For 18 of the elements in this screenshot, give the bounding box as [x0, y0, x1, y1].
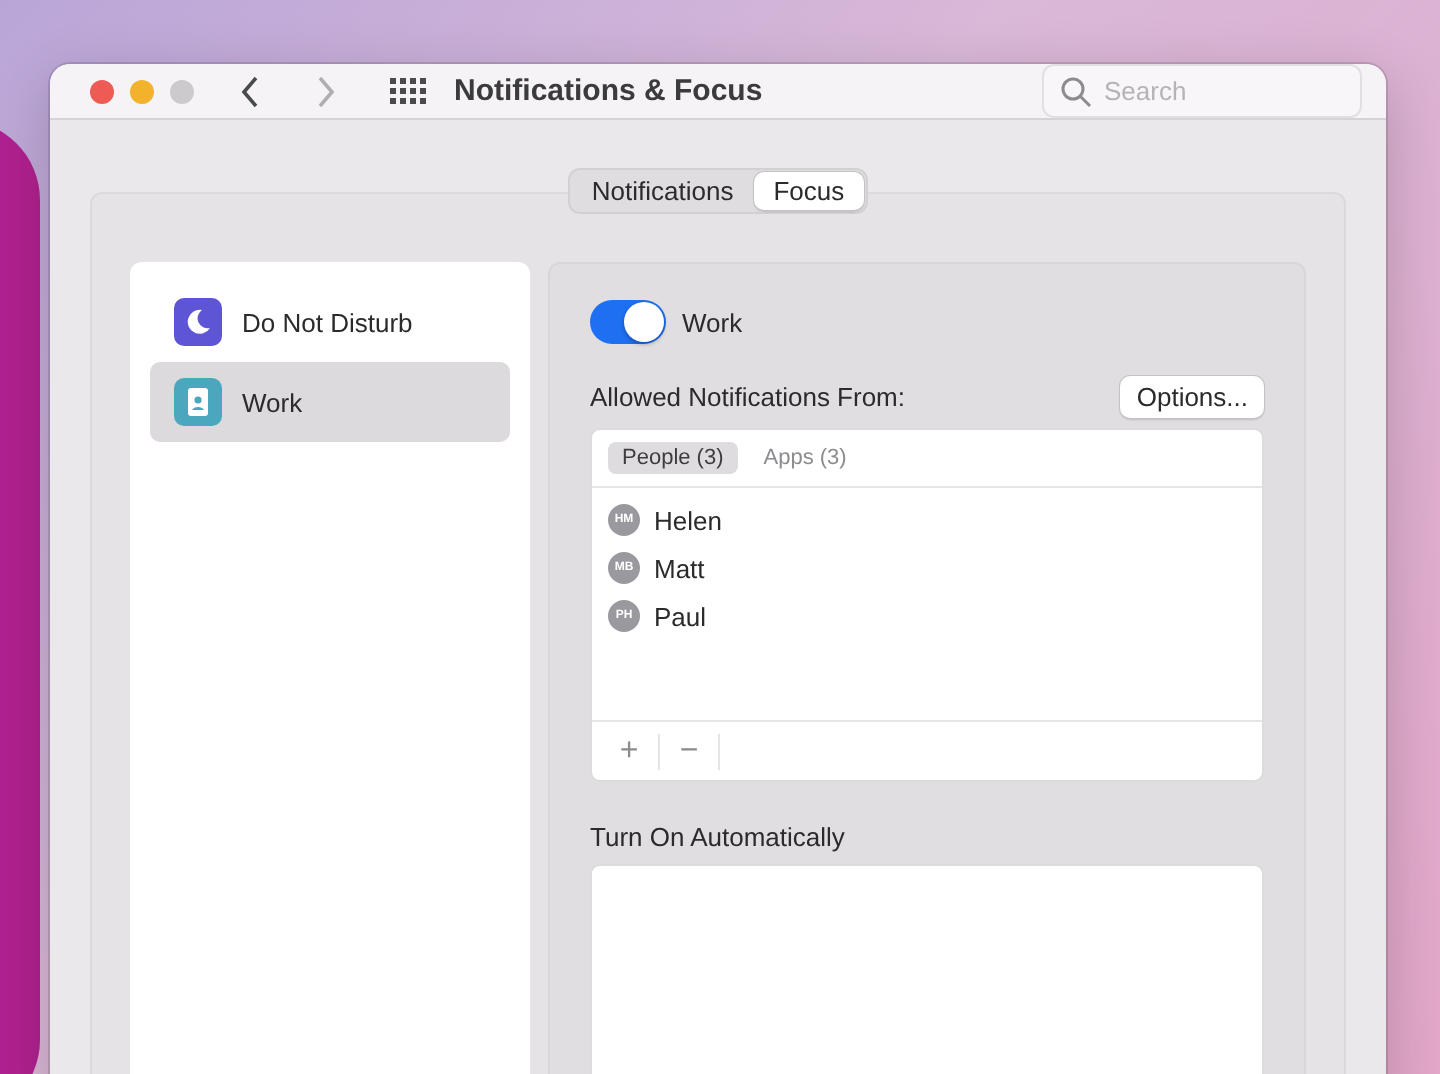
search-field[interactable]: Search: [1042, 64, 1362, 118]
forward-icon[interactable]: [314, 73, 338, 109]
grid-icon[interactable]: [390, 77, 426, 105]
minimize-button[interactable]: [130, 79, 154, 103]
toggle-switch[interactable]: [590, 300, 666, 344]
section-label: Turn On Automatically: [590, 822, 847, 852]
options-button[interactable]: Options...: [1120, 376, 1264, 418]
tab[interactable]: Focus: [753, 172, 865, 210]
back-icon[interactable]: [238, 73, 262, 109]
sidebar-item[interactable]: Do Not Disturb: [150, 282, 510, 362]
segment-tab[interactable]: People (3): [608, 442, 738, 474]
window-title: Notifications & Focus: [454, 74, 765, 108]
close-button[interactable]: [90, 79, 114, 103]
toggle-label: Work: [682, 307, 743, 337]
tab[interactable]: Notifications: [571, 172, 754, 210]
section-label: Allowed Notifications From:: [590, 382, 905, 412]
search-icon: [1060, 76, 1092, 108]
sidebar-item[interactable]: Work: [150, 362, 510, 442]
